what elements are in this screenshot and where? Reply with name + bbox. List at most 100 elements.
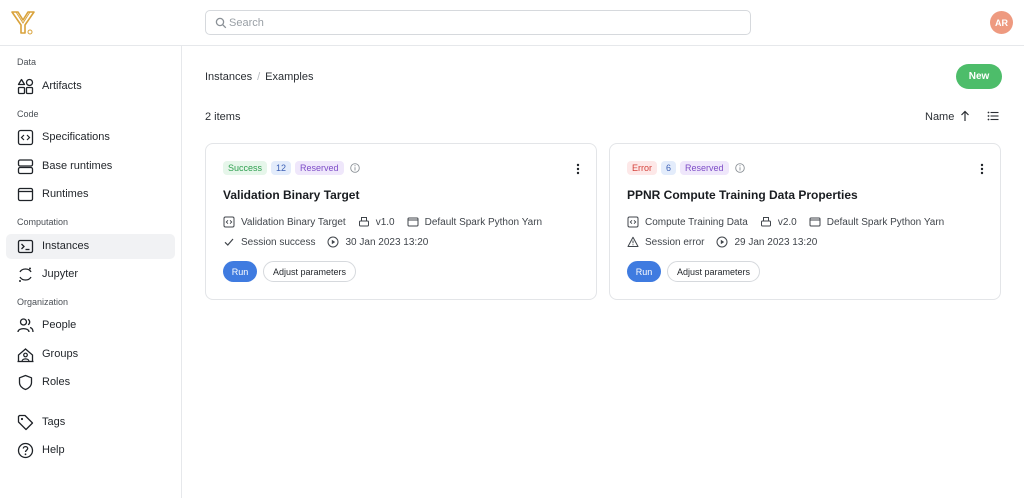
version-label: v2.0	[777, 216, 797, 228]
section-label-code: Code	[17, 109, 39, 119]
check-icon	[224, 238, 234, 246]
card-tags: Success 12 Reserved	[223, 161, 360, 175]
spec-name[interactable]: Compute Training Data	[645, 217, 748, 228]
breadcrumb-instances[interactable]: Instances	[205, 71, 252, 83]
sidebar-item-label: Help	[42, 444, 65, 456]
card-session-row: Session success 30 Jan 2023 13:20	[223, 236, 428, 248]
app-logo[interactable]	[10, 9, 36, 37]
search-input[interactable]	[229, 13, 739, 32]
sidebar-item-artifacts[interactable]: Artifacts	[6, 74, 175, 99]
sidebar-item-runtimes[interactable]: Runtimes	[6, 182, 175, 207]
section-label-organization: Organization	[17, 297, 69, 307]
sidebar-item-groups[interactable]: Groups	[6, 342, 175, 367]
card-meta-row: Validation Binary Target v1.0 Default Sp…	[223, 216, 542, 228]
card-tags: Error 6 Reserved	[627, 161, 745, 175]
new-button[interactable]: New	[956, 64, 1002, 89]
sidebar-item-label: Tags	[42, 416, 66, 428]
run-button[interactable]: Run	[223, 261, 257, 282]
more-options-icon[interactable]	[572, 163, 584, 175]
session-date: 30 Jan 2023 13:20	[345, 236, 429, 248]
run-button[interactable]: Run	[627, 261, 661, 282]
sidebar-item-label: People	[42, 319, 77, 331]
groups-icon	[17, 348, 34, 363]
tag-icon	[17, 414, 34, 431]
printer-version-icon	[358, 217, 369, 227]
sidebar-item-people[interactable]: People	[6, 313, 175, 338]
item-count: 2 items	[205, 111, 241, 123]
card-title[interactable]: PPNR Compute Training Data Properties	[627, 188, 858, 202]
sidebar-item-label: Base runtimes	[42, 160, 113, 172]
people-icon	[17, 318, 34, 333]
play-circle-icon	[716, 236, 728, 248]
window-icon	[17, 187, 34, 202]
session-date: 29 Jan 2023 13:20	[734, 236, 818, 248]
sidebar-item-label: Artifacts	[42, 80, 82, 92]
adjust-parameters-button[interactable]: Adjust parameters	[667, 261, 761, 282]
card-actions: Run Adjust parameters	[627, 261, 761, 282]
section-label-computation: Computation	[17, 217, 69, 227]
session-status: Session error	[645, 236, 705, 248]
printer-version-icon	[760, 217, 771, 227]
version-label: v1.0	[375, 216, 395, 228]
jupyter-icon	[19, 267, 32, 282]
card-meta-row: Compute Training Data v2.0 Default Spark…	[627, 216, 944, 228]
sort-ascending-icon[interactable]	[960, 110, 970, 122]
sidebar-item-label: Instances	[42, 240, 90, 252]
help-icon	[17, 442, 34, 459]
status-badge: Error	[627, 161, 657, 175]
user-avatar[interactable]: AR	[990, 11, 1013, 34]
count-badge: 6	[661, 161, 677, 175]
reserved-badge: Reserved	[295, 161, 344, 175]
search-box[interactable]	[205, 10, 751, 35]
section-label-data: Data	[17, 57, 37, 67]
sidebar-item-jupyter[interactable]: Jupyter	[6, 262, 175, 287]
session-status: Session success	[241, 236, 316, 248]
server-icon	[17, 159, 34, 175]
list-view-icon[interactable]	[987, 110, 999, 122]
sort-field-button[interactable]: Name	[925, 111, 954, 123]
breadcrumb-separator: /	[257, 71, 261, 83]
shapes-icon	[17, 78, 34, 95]
sidebar-item-label: Jupyter	[42, 268, 79, 280]
sidebar-item-instances[interactable]: Instances	[6, 234, 175, 259]
play-circle-icon	[327, 236, 339, 248]
sidebar-item-label: Groups	[42, 348, 79, 360]
instance-card[interactable]: Error 6 Reserved PPNR Compute Training D…	[609, 143, 1001, 300]
card-session-row: Session error 29 Jan 2023 13:20	[627, 236, 817, 248]
terminal-icon	[17, 239, 34, 254]
info-icon[interactable]	[349, 163, 360, 173]
breadcrumb: Instances / Examples	[205, 71, 313, 83]
window-icon	[809, 217, 821, 227]
window-icon	[407, 217, 419, 227]
top-bar: AR	[0, 0, 1024, 46]
main-content: Instances / Examples New 2 items Name Succ…	[183, 46, 1024, 498]
warning-icon	[627, 236, 639, 247]
info-icon[interactable]	[734, 163, 745, 173]
runtime-name[interactable]: Default Spark Python Yarn	[827, 217, 944, 228]
adjust-parameters-button[interactable]: Adjust parameters	[263, 261, 357, 282]
card-actions: Run Adjust parameters	[223, 261, 357, 282]
sidebar: Data Artifacts Code Specifications Base …	[0, 46, 182, 498]
sidebar-item-specifications[interactable]: Specifications	[6, 125, 175, 150]
sidebar-item-label: Roles	[42, 376, 71, 388]
count-badge: 12	[271, 161, 292, 175]
more-options-icon[interactable]	[976, 163, 988, 175]
code-file-icon	[627, 216, 639, 228]
runtime-name[interactable]: Default Spark Python Yarn	[425, 217, 542, 228]
sidebar-item-label: Runtimes	[42, 188, 89, 200]
code-file-icon	[223, 216, 235, 228]
sidebar-item-help[interactable]: Help	[6, 438, 175, 463]
spec-name[interactable]: Validation Binary Target	[241, 217, 346, 228]
search-icon	[215, 17, 227, 29]
reserved-badge: Reserved	[680, 161, 729, 175]
sidebar-item-base-runtimes[interactable]: Base runtimes	[6, 154, 175, 179]
card-title[interactable]: Validation Binary Target	[223, 188, 359, 202]
sidebar-item-roles[interactable]: Roles	[6, 370, 175, 395]
instance-card[interactable]: Success 12 Reserved Validation Binary Ta…	[205, 143, 597, 300]
sidebar-item-tags[interactable]: Tags	[6, 410, 175, 435]
sidebar-item-label: Specifications	[42, 131, 110, 143]
status-badge: Success	[223, 161, 268, 175]
code-file-icon	[17, 129, 34, 146]
shield-icon	[18, 374, 33, 391]
breadcrumb-examples: Examples	[265, 71, 314, 83]
